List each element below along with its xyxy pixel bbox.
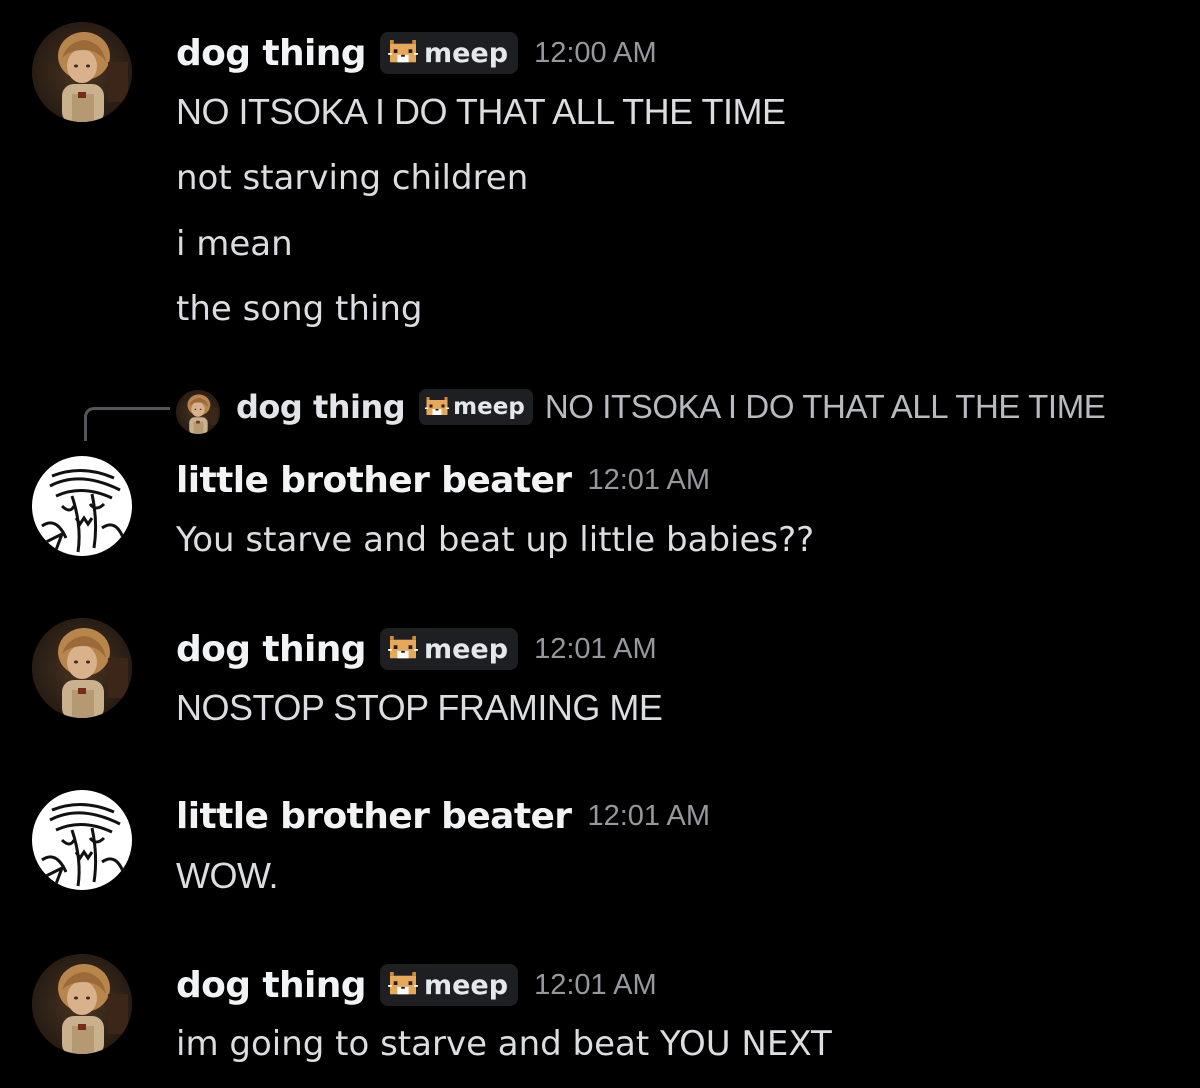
message-header: dog thing meep 12:01 AM <box>176 964 657 1006</box>
avatar[interactable] <box>32 790 132 890</box>
message-text: not starving children <box>176 158 529 198</box>
reply-connector <box>84 407 170 441</box>
message-text: NOSTOP STOP FRAMING ME <box>176 687 663 728</box>
tag-label: meep <box>453 394 525 420</box>
girl-portrait-avatar <box>32 22 132 122</box>
message-header: little brother beater 12:01 AM <box>176 460 710 501</box>
message-header: dog thing meep 12:01 AM <box>176 628 657 670</box>
pixel-cat-icon <box>388 636 418 662</box>
sketch-face-avatar <box>32 456 132 556</box>
message-header: dog thing meep 12:00 AM <box>176 32 657 74</box>
username[interactable]: dog thing <box>176 629 367 670</box>
message-text: the song thing <box>176 289 423 329</box>
pixel-cat-icon <box>388 40 418 66</box>
message-text: NO ITSOKA I DO THAT ALL THE TIME <box>176 91 786 132</box>
user-tag[interactable]: meep <box>379 628 519 670</box>
avatar[interactable] <box>32 456 132 556</box>
reply-preview[interactable]: dog thing meep NO ITSOKA I DO THAT ALL T… <box>236 388 1106 426</box>
avatar[interactable] <box>32 954 132 1054</box>
avatar[interactable] <box>32 22 132 122</box>
girl-portrait-avatar <box>176 390 220 434</box>
reply-username[interactable]: dog thing <box>236 388 406 426</box>
message-text: WOW. <box>176 855 278 896</box>
timestamp: 12:01 AM <box>587 800 710 832</box>
timestamp: 12:00 AM <box>534 36 657 69</box>
message-text: im going to starve and beat YOU NEXT <box>176 1024 832 1064</box>
avatar[interactable] <box>32 618 132 718</box>
reply-avatar[interactable] <box>176 390 220 434</box>
username[interactable]: dog thing <box>176 33 367 74</box>
timestamp: 12:01 AM <box>534 632 657 665</box>
username[interactable]: little brother beater <box>176 796 572 837</box>
pixel-cat-icon <box>425 397 449 418</box>
user-tag[interactable]: meep <box>379 964 519 1006</box>
tag-label: meep <box>423 969 509 1001</box>
message-text: i mean <box>176 224 293 264</box>
girl-portrait-avatar <box>32 618 132 718</box>
message-text: You starve and beat up little babies?? <box>176 520 815 560</box>
timestamp: 12:01 AM <box>534 968 657 1001</box>
username[interactable]: little brother beater <box>176 460 572 501</box>
girl-portrait-avatar <box>32 954 132 1054</box>
pixel-cat-icon <box>388 972 418 998</box>
username[interactable]: dog thing <box>176 965 367 1006</box>
reply-user-tag: meep <box>419 389 533 425</box>
user-tag[interactable]: meep <box>379 32 519 74</box>
sketch-face-avatar <box>32 790 132 890</box>
reply-text: NO ITSOKA I DO THAT ALL THE TIME <box>544 388 1106 425</box>
tag-label: meep <box>423 633 509 665</box>
message-header: little brother beater 12:01 AM <box>176 796 710 837</box>
timestamp: 12:01 AM <box>587 464 710 496</box>
tag-label: meep <box>423 37 509 69</box>
